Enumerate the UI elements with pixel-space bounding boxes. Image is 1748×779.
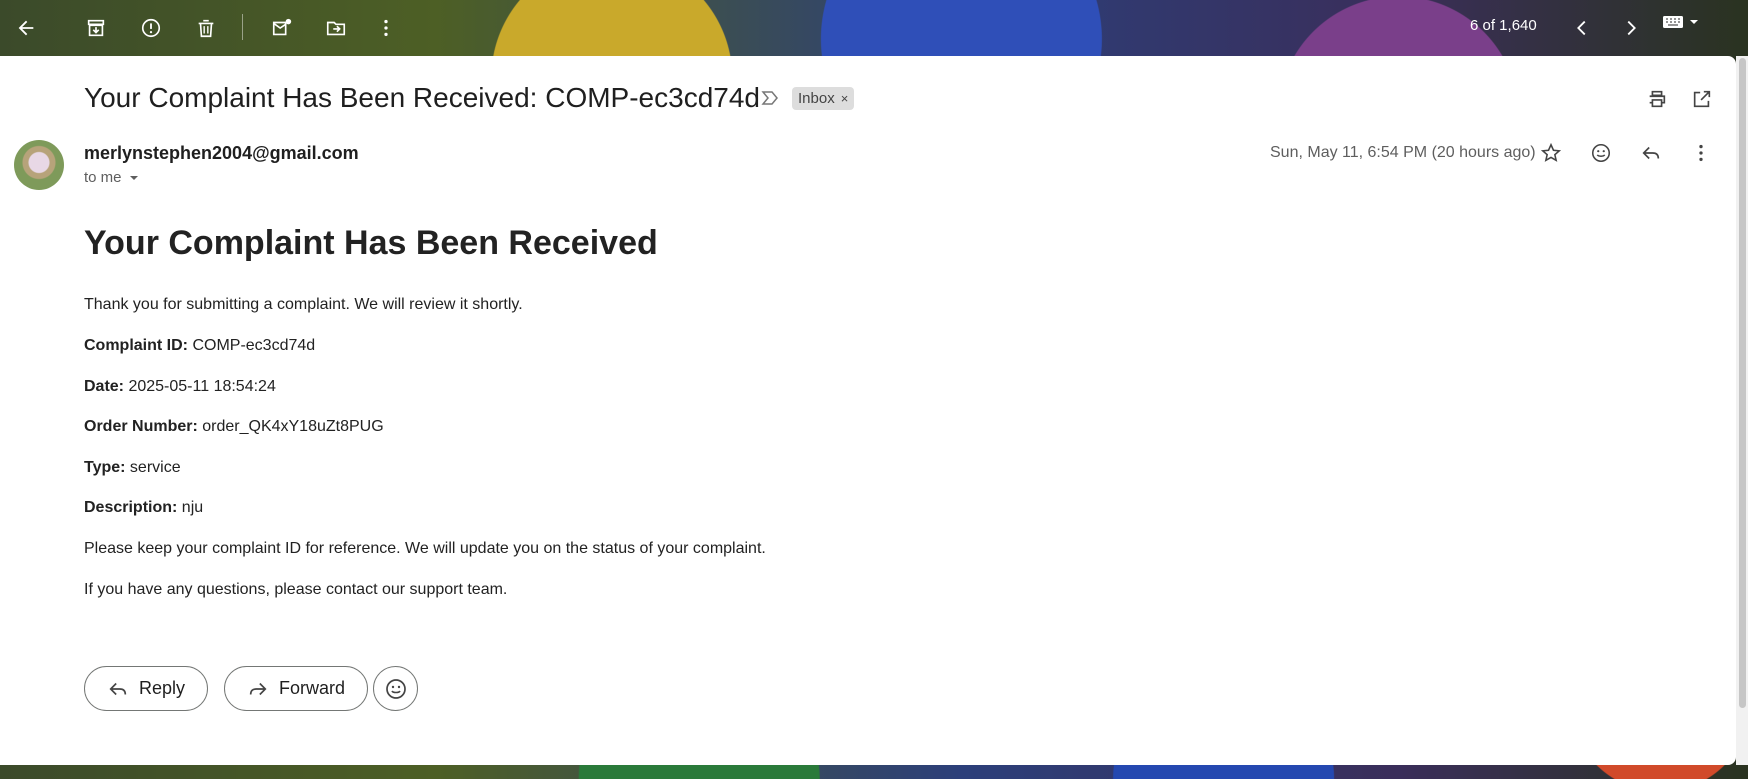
field-value: nju <box>177 499 204 516</box>
forward-button[interactable]: Forward <box>224 666 369 711</box>
field-label: Order Number: <box>84 418 198 435</box>
star-icon <box>1540 142 1562 162</box>
reply-icon-button[interactable] <box>1634 136 1668 170</box>
pager-count: 6 of 1,640 <box>1470 17 1537 34</box>
recipient-text: to me <box>84 169 122 186</box>
inbox-label-chip: Inbox × <box>792 87 855 110</box>
star-button[interactable] <box>1534 136 1568 170</box>
archive-icon <box>87 19 105 37</box>
field-label: Complaint ID: <box>84 337 188 354</box>
message-more-button[interactable] <box>1684 136 1718 170</box>
caret-down-icon <box>129 175 138 180</box>
mark-unread-button[interactable] <box>262 8 302 48</box>
more-options-button[interactable] <box>366 8 406 48</box>
input-tools-button[interactable] <box>1662 14 1700 30</box>
more-vert-icon <box>1699 144 1703 162</box>
field-value: order_QK4xY18uZt8PUG <box>197 418 384 435</box>
caret-down-icon <box>1690 20 1698 24</box>
emoji-icon <box>385 678 406 699</box>
recipient-details-toggle[interactable]: to me <box>84 169 140 186</box>
keyboard-icon <box>1663 16 1683 28</box>
chevron-right-icon <box>1627 20 1636 36</box>
more-vert-icon <box>384 19 388 37</box>
complaint-id-line: Complaint ID: COMP-ec3cd74d <box>84 337 315 355</box>
mark-unread-icon <box>272 18 292 36</box>
report-spam-icon <box>141 18 161 38</box>
outro-paragraph: Please keep your complaint ID for refere… <box>84 540 766 557</box>
reply-button[interactable]: Reply <box>84 666 209 711</box>
email-view-panel: Your Complaint Has Been Received: COMP-e… <box>0 56 1736 765</box>
reply-icon <box>1642 146 1660 160</box>
reply-icon <box>109 682 127 695</box>
scrollbar-thumb[interactable] <box>1739 58 1746 708</box>
remove-label-button[interactable]: × <box>841 91 849 106</box>
back-button[interactable] <box>6 8 46 48</box>
support-paragraph: If you have any questions, please contac… <box>84 581 508 598</box>
print-button[interactable] <box>1640 82 1674 116</box>
open-new-window-button[interactable] <box>1685 82 1719 116</box>
reply-label: Reply <box>139 678 186 698</box>
top-toolbar: 6 of 1,640 <box>0 0 1748 56</box>
field-value: service <box>125 459 181 476</box>
sender-email[interactable]: merlynstephen2004@gmail.com <box>84 143 359 164</box>
type-line: Type: service <box>84 459 181 477</box>
field-value: COMP-ec3cd74d <box>188 337 316 354</box>
archive-button[interactable] <box>76 8 116 48</box>
print-icon <box>1649 90 1666 108</box>
intro-paragraph: Thank you for submitting a complaint. We… <box>84 296 523 313</box>
newer-button[interactable] <box>1562 8 1602 48</box>
older-button[interactable] <box>1611 8 1651 48</box>
emoji-react-button[interactable] <box>373 666 418 711</box>
importance-marker[interactable] <box>760 88 780 113</box>
inbox-label-text: Inbox <box>798 90 835 107</box>
move-to-button[interactable] <box>316 8 356 48</box>
description-line: Description: nju <box>84 499 203 517</box>
forward-icon <box>249 682 267 695</box>
date-line: Date: 2025-05-11 18:54:24 <box>84 378 276 396</box>
field-label: Type: <box>84 459 126 476</box>
forward-label: Forward <box>279 678 346 698</box>
back-arrow-icon <box>18 20 34 36</box>
report-spam-button[interactable] <box>131 8 171 48</box>
email-date: Sun, May 11, 6:54 PM (20 hours ago) <box>1270 144 1536 161</box>
chevron-left-icon <box>1577 20 1586 36</box>
toolbar-divider <box>242 14 243 40</box>
add-reaction-button[interactable] <box>1584 136 1618 170</box>
field-label: Date: <box>84 378 125 395</box>
delete-button[interactable] <box>186 8 226 48</box>
open-in-new-icon <box>1693 90 1711 108</box>
field-label: Description: <box>84 499 178 516</box>
delete-icon <box>198 19 214 38</box>
emoji-icon <box>1591 143 1611 163</box>
sender-avatar[interactable] <box>14 140 64 190</box>
order-number-line: Order Number: order_QK4xY18uZt8PUG <box>84 418 384 436</box>
label-important-icon <box>761 91 778 105</box>
field-value: 2025-05-11 18:54:24 <box>124 378 276 395</box>
email-subject: Your Complaint Has Been Received: COMP-e… <box>84 82 760 113</box>
move-to-icon <box>326 21 346 36</box>
email-body-heading: Your Complaint Has Been Received <box>84 224 658 262</box>
